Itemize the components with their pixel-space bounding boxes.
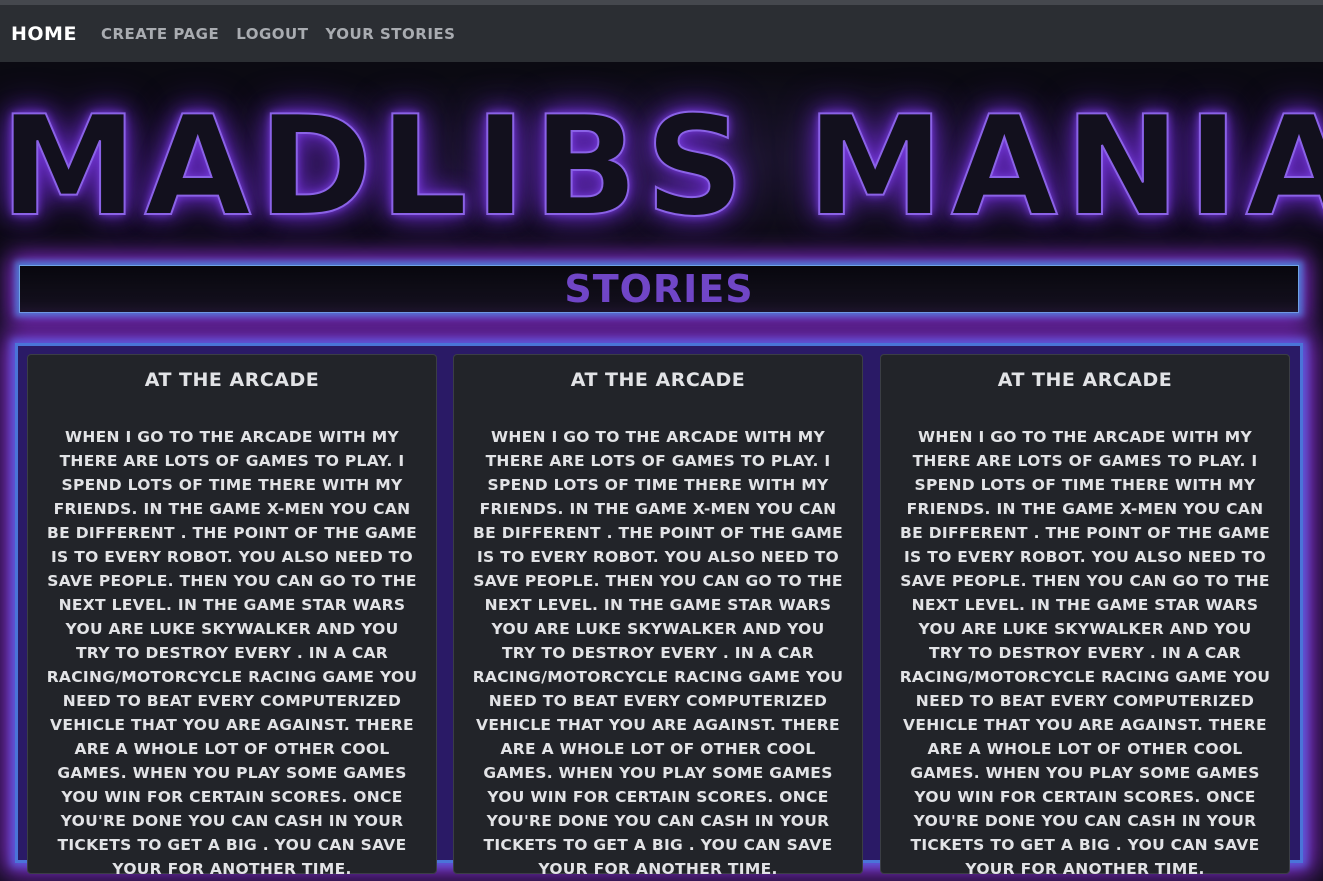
stories-header-bar: STORIES xyxy=(19,265,1299,313)
section-title: STORIES xyxy=(564,267,754,311)
story-text: WHEN I GO TO THE ARCADE WITH MY THERE AR… xyxy=(46,428,418,878)
story-title: AT THE ARCADE xyxy=(570,369,746,391)
nav-create-page-link[interactable]: CREATE PAGE xyxy=(101,25,219,43)
story-title: AT THE ARCADE xyxy=(144,369,320,391)
navbar: HOME CREATE PAGE LOGOUT YOUR STORIES xyxy=(0,5,1323,62)
nav-logout-link[interactable]: LOGOUT xyxy=(236,25,308,43)
story-text: WHEN I GO TO THE ARCADE WITH MY THERE AR… xyxy=(899,428,1271,878)
story-card: AT THE ARCADE WHEN I GO TO THE ARCADE WI… xyxy=(880,354,1290,878)
story-card: AT THE ARCADE WHEN I GO TO THE ARCADE WI… xyxy=(453,354,863,878)
nav-home-link[interactable]: HOME xyxy=(11,23,77,45)
hero-banner: MADLIBS MANIA xyxy=(0,62,1323,247)
nav-your-stories-link[interactable]: YOUR STORIES xyxy=(325,25,455,43)
site-title: MADLIBS MANIA xyxy=(0,86,1323,247)
story-title: AT THE ARCADE xyxy=(997,369,1173,391)
story-text: WHEN I GO TO THE ARCADE WITH MY THERE AR… xyxy=(472,428,844,878)
story-card: AT THE ARCADE WHEN I GO TO THE ARCADE WI… xyxy=(27,354,437,878)
stories-panel: AT THE ARCADE WHEN I GO TO THE ARCADE WI… xyxy=(15,343,1303,878)
